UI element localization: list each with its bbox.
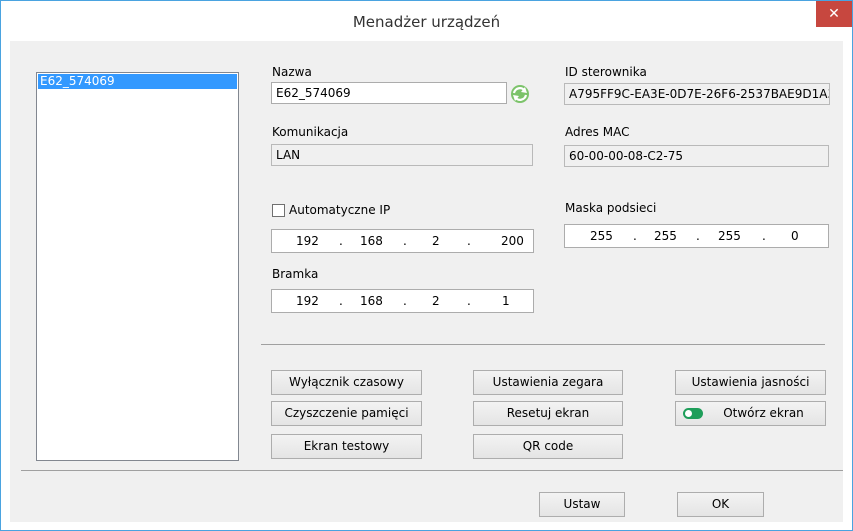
mac-address-field: 60-00-00-08-C2-75 — [564, 145, 829, 167]
title-bar: Menadżer urządzeń ✕ — [1, 1, 852, 41]
ip-dot: . — [339, 234, 343, 248]
set-button[interactable]: Ustaw — [539, 492, 625, 517]
mac-address-label: Adres MAC — [565, 125, 630, 139]
communication-field: LAN — [271, 144, 533, 166]
ip-dot: . — [633, 229, 637, 243]
subnet-mask-label: Maska podsieci — [565, 201, 657, 215]
mask-octet-2: 255 — [654, 229, 677, 243]
gateway-octet-4: 1 — [502, 294, 510, 308]
open-screen-label: Otwórz ekran — [723, 406, 804, 420]
window-title: Menadżer urządzeń — [352, 13, 501, 31]
qr-code-button[interactable]: QR code — [473, 434, 623, 459]
mask-octet-1: 255 — [590, 229, 613, 243]
ip-dot: . — [339, 294, 343, 308]
name-input[interactable]: E62_574069 — [271, 82, 507, 104]
open-screen-button[interactable]: Otwórz ekran — [675, 401, 826, 426]
subnet-mask-input[interactable]: 255 . 255 . 255 . 0 — [564, 224, 829, 248]
mask-octet-3: 255 — [718, 229, 741, 243]
gateway-input[interactable]: 192 . 168 . 2 . 1 — [271, 289, 534, 313]
controller-id-field: A795FF9C-EA3E-0D7E-26F6-2537BAE9D1A3 — [564, 83, 830, 105]
ip-octet-4: 200 — [501, 234, 524, 248]
gateway-label: Bramka — [272, 267, 319, 281]
clear-memory-button[interactable]: Czyszczenie pamięci — [271, 401, 422, 426]
device-manager-window: Menadżer urządzeń ✕ E62_574069 Nazwa E62… — [0, 0, 853, 531]
gateway-octet-1: 192 — [296, 294, 319, 308]
device-list[interactable]: E62_574069 — [36, 72, 239, 461]
controller-id-label: ID sterownika — [565, 65, 647, 79]
gateway-octet-2: 168 — [360, 294, 383, 308]
list-item[interactable]: E62_574069 — [38, 74, 237, 89]
ip-dot: . — [403, 294, 407, 308]
divider — [261, 344, 825, 345]
gateway-octet-3: 2 — [432, 294, 440, 308]
ip-dot: . — [403, 234, 407, 248]
communication-label: Komunikacja — [272, 125, 349, 139]
brightness-settings-button[interactable]: Ustawienia jasności — [675, 370, 826, 395]
mask-octet-4: 0 — [791, 229, 799, 243]
clock-settings-button[interactable]: Ustawienia zegara — [473, 370, 623, 395]
toggle-switch-icon — [683, 408, 703, 419]
timer-switch-button[interactable]: Wyłącznik czasowy — [271, 370, 422, 395]
name-label: Nazwa — [272, 65, 312, 79]
ip-dot: . — [467, 294, 471, 308]
test-screen-button[interactable]: Ekran testowy — [271, 434, 422, 459]
reset-screen-button[interactable]: Resetuj ekran — [473, 401, 623, 426]
auto-ip-checkbox[interactable] — [272, 204, 285, 217]
close-button[interactable]: ✕ — [816, 1, 852, 27]
dialog-body: E62_574069 Nazwa E62_574069 ID sterownik… — [10, 41, 843, 522]
footer-divider — [21, 470, 843, 471]
ok-button[interactable]: OK — [677, 492, 764, 517]
ip-octet-3: 2 — [432, 234, 440, 248]
ip-dot: . — [762, 229, 766, 243]
ip-dot: . — [696, 229, 700, 243]
auto-ip-label: Automatyczne IP — [289, 203, 391, 217]
ip-octet-1: 192 — [296, 234, 319, 248]
refresh-icon[interactable] — [509, 83, 531, 105]
ip-dot: . — [467, 234, 471, 248]
ip-octet-2: 168 — [360, 234, 383, 248]
ip-address-input[interactable]: 192 . 168 . 2 . 200 — [271, 229, 534, 253]
